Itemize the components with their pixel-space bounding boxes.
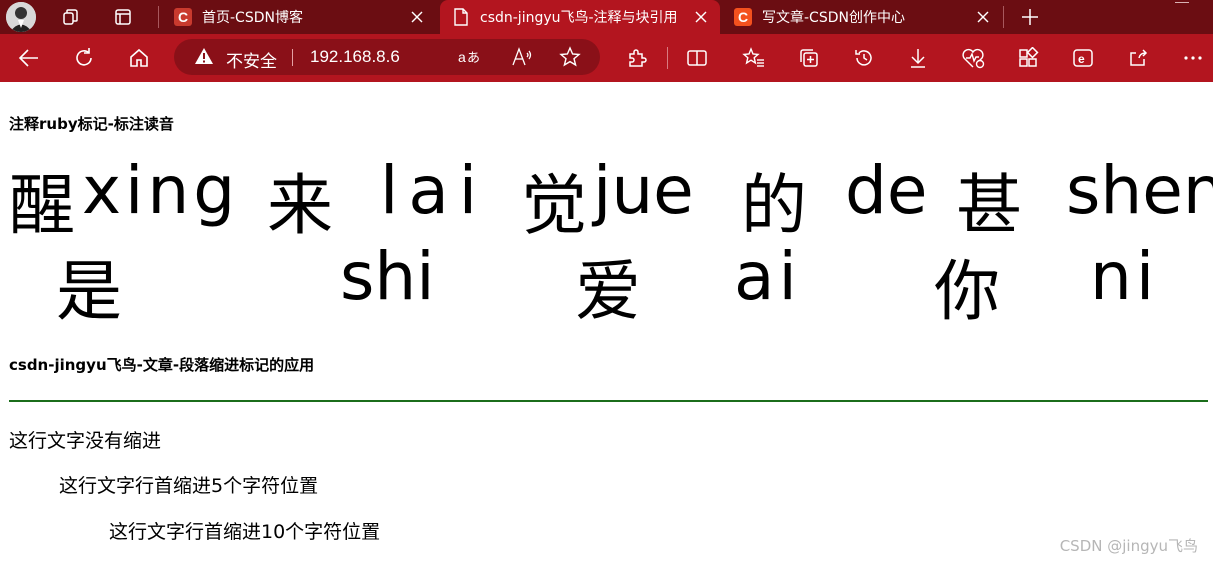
tab-actions-icon[interactable] (111, 5, 135, 29)
tab-divider (1003, 6, 1004, 28)
warning-icon[interactable] (194, 47, 214, 69)
ruby-line-1: 醒 xing 来 lai 觉 jue 的 de 甚 shen (0, 152, 1213, 244)
address-bar[interactable]: 不安全 192.168.8.6 aあ (174, 39, 600, 75)
minimize-button[interactable] (1175, 2, 1189, 3)
ruby-text: lai (380, 152, 488, 229)
ruby-char: 是 (56, 253, 122, 330)
new-tab-icon[interactable] (1018, 5, 1042, 29)
ruby-text: ai (734, 238, 801, 315)
indent-heading: csdn-jingyu飞鸟-文章-段落缩进标记的应用 (9, 356, 315, 374)
ruby-char: 醒 (9, 167, 75, 244)
ruby-char: 的 (741, 167, 807, 244)
ruby-text: xing (82, 152, 240, 229)
title-bar: C 首页-CSDN博客 csdn-jingyu飞鸟-注释与块引用 C 写文章-C… (0, 0, 1213, 34)
ruby-text: ni (1090, 238, 1159, 315)
svg-text:e: e (1078, 52, 1085, 66)
ruby-text: de (845, 152, 928, 229)
collections-icon[interactable] (796, 45, 822, 71)
split-screen-icon[interactable] (684, 45, 710, 71)
csdn-favicon-icon: C (734, 8, 752, 26)
home-icon[interactable] (126, 45, 152, 71)
back-icon[interactable] (16, 45, 42, 71)
paragraph-no-indent: 这行文字没有缩进 (9, 430, 162, 452)
apps-icon[interactable] (1015, 45, 1041, 71)
url-text[interactable]: 192.168.8.6 (310, 47, 400, 67)
close-tab-icon[interactable] (408, 8, 426, 26)
tab-annotation-page[interactable]: csdn-jingyu飞鸟-注释与块引用 (440, 0, 720, 34)
tab-write-article[interactable]: C 写文章-CSDN创作中心 (726, 0, 1002, 34)
paragraph-indent-10: 这行文字行首缩进10个字符位置 (109, 521, 381, 543)
downloads-icon[interactable] (905, 45, 931, 71)
translate-icon[interactable]: aあ (457, 45, 481, 69)
close-tab-icon[interactable] (692, 8, 710, 26)
svg-text:あ: あ (467, 51, 480, 66)
csdn-favicon-icon: C (174, 8, 192, 26)
address-divider (292, 49, 293, 66)
paragraph-indent-5: 这行文字行首缩进5个字符位置 (59, 475, 319, 497)
horizontal-rule (9, 400, 1208, 402)
health-icon[interactable] (960, 45, 986, 71)
favorite-star-icon[interactable] (558, 45, 582, 69)
ruby-char: 你 (934, 253, 1000, 330)
tab-divider (158, 6, 159, 28)
ruby-char: 觉 (521, 167, 587, 244)
workspaces-icon[interactable] (59, 5, 83, 29)
insecure-label[interactable]: 不安全 (226, 47, 277, 72)
page-favicon-icon (452, 8, 470, 26)
ruby-char: 爱 (575, 253, 641, 330)
edge-bar-icon[interactable]: e (1070, 45, 1096, 71)
ruby-text: jue (593, 152, 694, 229)
page-content: 注释ruby标记-标注读音 醒 xing 来 lai 觉 jue 的 de 甚 … (0, 82, 1213, 565)
navigation-bar: 不安全 192.168.8.6 aあ e (0, 34, 1213, 82)
ruby-char: 甚 (956, 167, 1022, 244)
ruby-line-2: 是 shi 爱 ai 你 ni (0, 238, 1213, 330)
csdn-watermark: CSDN @jingyu飞鸟 (1059, 537, 1198, 555)
tab-title: 首页-CSDN博客 (202, 10, 303, 26)
read-aloud-icon[interactable] (510, 45, 534, 69)
toolbar-divider (667, 47, 668, 69)
profile-avatar[interactable] (6, 2, 36, 32)
ruby-text: shi (340, 238, 435, 315)
tab-csdn-home[interactable]: C 首页-CSDN博客 (168, 0, 436, 34)
ruby-heading: 注释ruby标记-标注读音 (9, 115, 174, 133)
share-icon[interactable] (1125, 45, 1151, 71)
svg-text:a: a (458, 49, 466, 65)
tab-title: 写文章-CSDN创作中心 (762, 10, 905, 26)
close-tab-icon[interactable] (974, 8, 992, 26)
more-options-icon[interactable] (1180, 45, 1206, 71)
history-icon[interactable] (851, 45, 877, 71)
tab-title: csdn-jingyu飞鸟-注释与块引用 (480, 10, 678, 26)
ruby-text: shen (1066, 152, 1213, 229)
favorites-icon[interactable] (741, 45, 767, 71)
ruby-char: 来 (267, 167, 333, 244)
extensions-icon[interactable] (624, 45, 650, 71)
refresh-icon[interactable] (71, 45, 97, 71)
